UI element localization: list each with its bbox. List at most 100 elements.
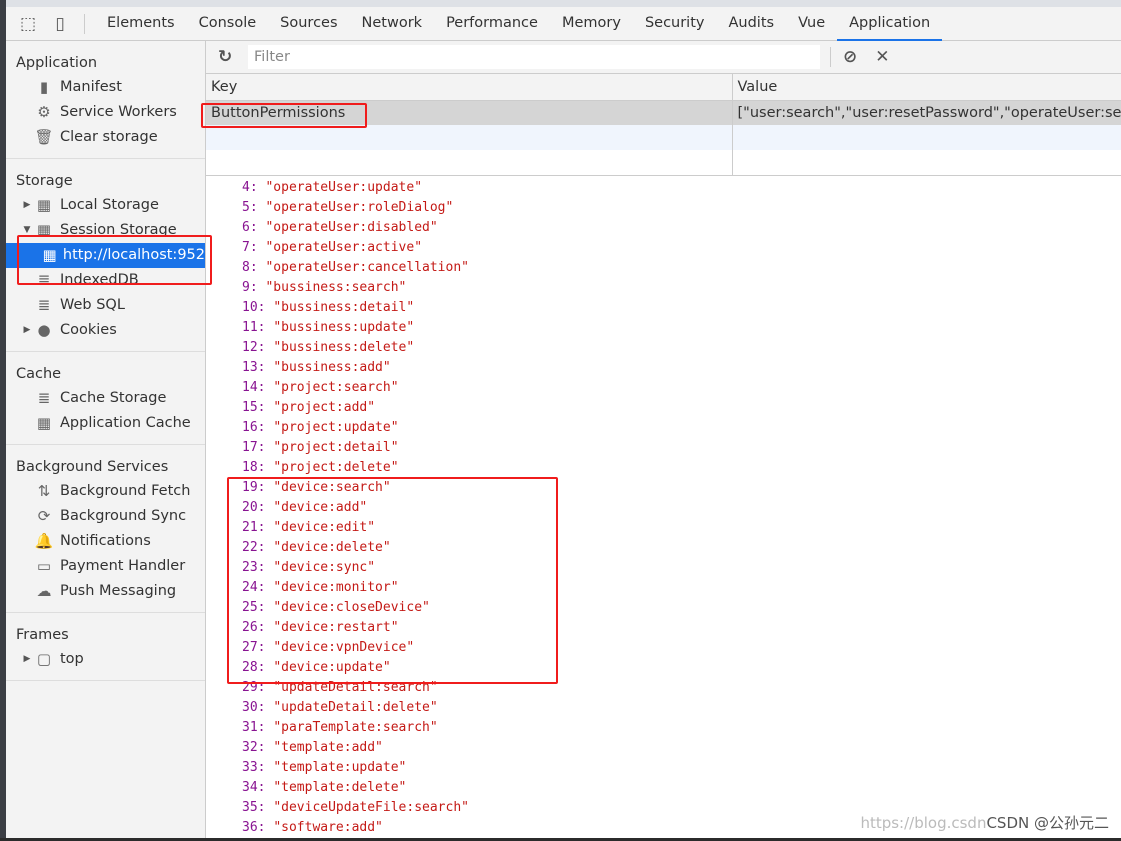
empty-row[interactable]: [206, 150, 1121, 176]
array-value: "project:search": [273, 380, 399, 395]
collapsed-arrow-icon[interactable]: ▶: [20, 193, 34, 218]
sidebar-item-clear-storage[interactable]: 🗑 Clear storage: [6, 125, 205, 150]
sidebar-item-session-storage[interactable]: ▼ ▦ Session Storage: [6, 218, 205, 243]
array-value: "template:delete": [273, 780, 407, 795]
sidebar-item-manifest[interactable]: ▮ Manifest: [6, 75, 205, 100]
cloud-icon: ☁: [36, 582, 52, 600]
array-value: "device:vpnDevice": [273, 640, 415, 655]
array-entry: 28: "device:update": [242, 660, 391, 675]
refresh-icon[interactable]: ↻: [218, 47, 238, 67]
section-title: Cache: [16, 366, 62, 382]
sidebar-section-background-services: Background Services ⇅ Background Fetch ⟳ Bac…: [6, 445, 205, 613]
sidebar-item-cookies[interactable]: ▶ ● Cookies: [6, 318, 205, 343]
array-value: "paraTemplate:search": [273, 720, 438, 735]
tab-application[interactable]: Application: [837, 7, 943, 41]
array-entry: 23: "device:sync": [242, 560, 376, 575]
sidebar-item-notifications[interactable]: 🔔 Notifications: [6, 529, 205, 554]
array-entry: 7: "operateUser:active": [242, 240, 423, 255]
device-toolbar-icon[interactable]: ▯: [50, 14, 70, 34]
tab-performance[interactable]: Performance: [434, 7, 550, 41]
array-index: 32: [242, 740, 258, 755]
array-index: 25: [242, 600, 258, 615]
sidebar-item-background-sync[interactable]: ⟳ Background Sync: [6, 504, 205, 529]
tab-audits[interactable]: Audits: [716, 7, 786, 41]
array-entry: 20: "device:add": [242, 500, 368, 515]
section-title: Storage: [16, 173, 73, 189]
array-index: 21: [242, 520, 258, 535]
array-index: 30: [242, 700, 258, 715]
array-value: "operateUser:disabled": [265, 220, 438, 235]
sidebar-item-label: Push Messaging: [60, 583, 177, 599]
sidebar-item-top[interactable]: ▶ ▢ top: [6, 647, 205, 672]
array-index: 6: [242, 220, 250, 235]
tab-vue[interactable]: Vue: [786, 7, 837, 41]
value-column-header[interactable]: Value: [732, 74, 1121, 101]
collapsed-arrow-icon[interactable]: ▶: [20, 318, 34, 343]
array-entry: 16: "project:update": [242, 420, 399, 435]
sidebar-item-label: Service Workers: [60, 104, 177, 120]
collapsed-arrow-icon[interactable]: ▶: [20, 647, 34, 672]
sidebar-item-application-cache[interactable]: ▦ Application Cache: [6, 411, 205, 436]
sidebar-section-cache: Cache ≣ Cache Storage ▦ Application Cache: [6, 352, 205, 445]
array-entry: 32: "template:add": [242, 740, 383, 755]
array-index: 12: [242, 340, 258, 355]
array-index: 31: [242, 720, 258, 735]
file-icon: ▮: [39, 78, 49, 96]
array-entry: 27: "device:vpnDevice": [242, 640, 415, 655]
tab-security[interactable]: Security: [633, 7, 717, 41]
array-index: 22: [242, 540, 258, 555]
key-column-header[interactable]: Key: [206, 74, 733, 101]
sidebar-item-local-storage[interactable]: ▶ ▦ Local Storage: [6, 193, 205, 218]
array-value: "operateUser:active": [265, 240, 423, 255]
array-entry: 26: "device:restart": [242, 620, 399, 635]
array-index: 10: [242, 300, 258, 315]
array-entry: 24: "device:monitor": [242, 580, 399, 595]
array-index: 14: [242, 380, 258, 395]
database-icon: ≣: [37, 296, 51, 314]
value-preview: 4: "operateUser:update" 5: "operateUser:r…: [206, 174, 1121, 838]
tab-elements[interactable]: Elements: [95, 7, 187, 41]
array-index: 27: [242, 640, 258, 655]
sidebar-item-label: Background Sync: [60, 508, 187, 524]
empty-row[interactable]: [206, 125, 1121, 150]
watermark: https://blog.csdnCSDN @公孙元二: [860, 812, 1109, 833]
tab-memory[interactable]: Memory: [550, 7, 633, 41]
value-cell[interactable]: ["user:search","user:resetPassword","ope…: [732, 100, 1121, 125]
sidebar-item-label: Application Cache: [60, 415, 191, 431]
sidebar-item-indexeddb[interactable]: ≣ IndexedDB: [6, 268, 205, 293]
sidebar-item-push-messaging[interactable]: ☁ Push Messaging: [6, 579, 205, 604]
delete-selected-icon[interactable]: ✕: [875, 47, 889, 67]
sidebar-item-cache-storage[interactable]: ≣ Cache Storage: [6, 386, 205, 411]
database-icon: ≣: [37, 271, 51, 289]
section-title: Background Services: [16, 459, 169, 475]
sidebar-item-http-localhost-952[interactable]: ▦ http://localhost:952: [6, 243, 205, 268]
array-value: "bussiness:add": [273, 360, 391, 375]
sidebar-item-payment-handler[interactable]: ▭ Payment Handler: [6, 554, 205, 579]
array-index: 35: [242, 800, 258, 815]
array-value: "bussiness:search": [265, 280, 407, 295]
inspect-element-icon[interactable]: ⬚: [18, 14, 38, 34]
array-value: "operateUser:cancellation": [265, 260, 469, 275]
table-row[interactable]: ButtonPermissions ["user:search","user:r…: [206, 100, 1121, 125]
array-value: "device:monitor": [273, 580, 399, 595]
expanded-arrow-icon[interactable]: ▼: [20, 218, 34, 243]
arrows-icon: ⇅: [37, 482, 51, 500]
sidebar-item-background-fetch[interactable]: ⇅ Background Fetch: [6, 479, 205, 504]
tab-sources[interactable]: Sources: [268, 7, 349, 41]
array-entry: 30: "updateDetail:delete": [242, 700, 438, 715]
tab-console[interactable]: Console: [187, 7, 269, 41]
key-cell[interactable]: ButtonPermissions: [206, 100, 733, 125]
array-entry: 19: "device:search": [242, 480, 391, 495]
array-index: 33: [242, 760, 258, 775]
array-index: 15: [242, 400, 258, 415]
array-value: "device:search": [273, 480, 391, 495]
clear-all-icon[interactable]: ⊘: [843, 47, 857, 67]
database-icon: ≣: [37, 389, 51, 407]
sidebar-item-web-sql[interactable]: ≣ Web SQL: [6, 293, 205, 318]
sidebar-item-service-workers[interactable]: ⚙ Service Workers: [6, 100, 205, 125]
sidebar-item-label: Cookies: [60, 322, 117, 338]
array-entry: 13: "bussiness:add": [242, 360, 391, 375]
tab-network[interactable]: Network: [350, 7, 435, 41]
sidebar-item-label: Manifest: [60, 79, 122, 95]
filter-input[interactable]: [248, 45, 820, 69]
